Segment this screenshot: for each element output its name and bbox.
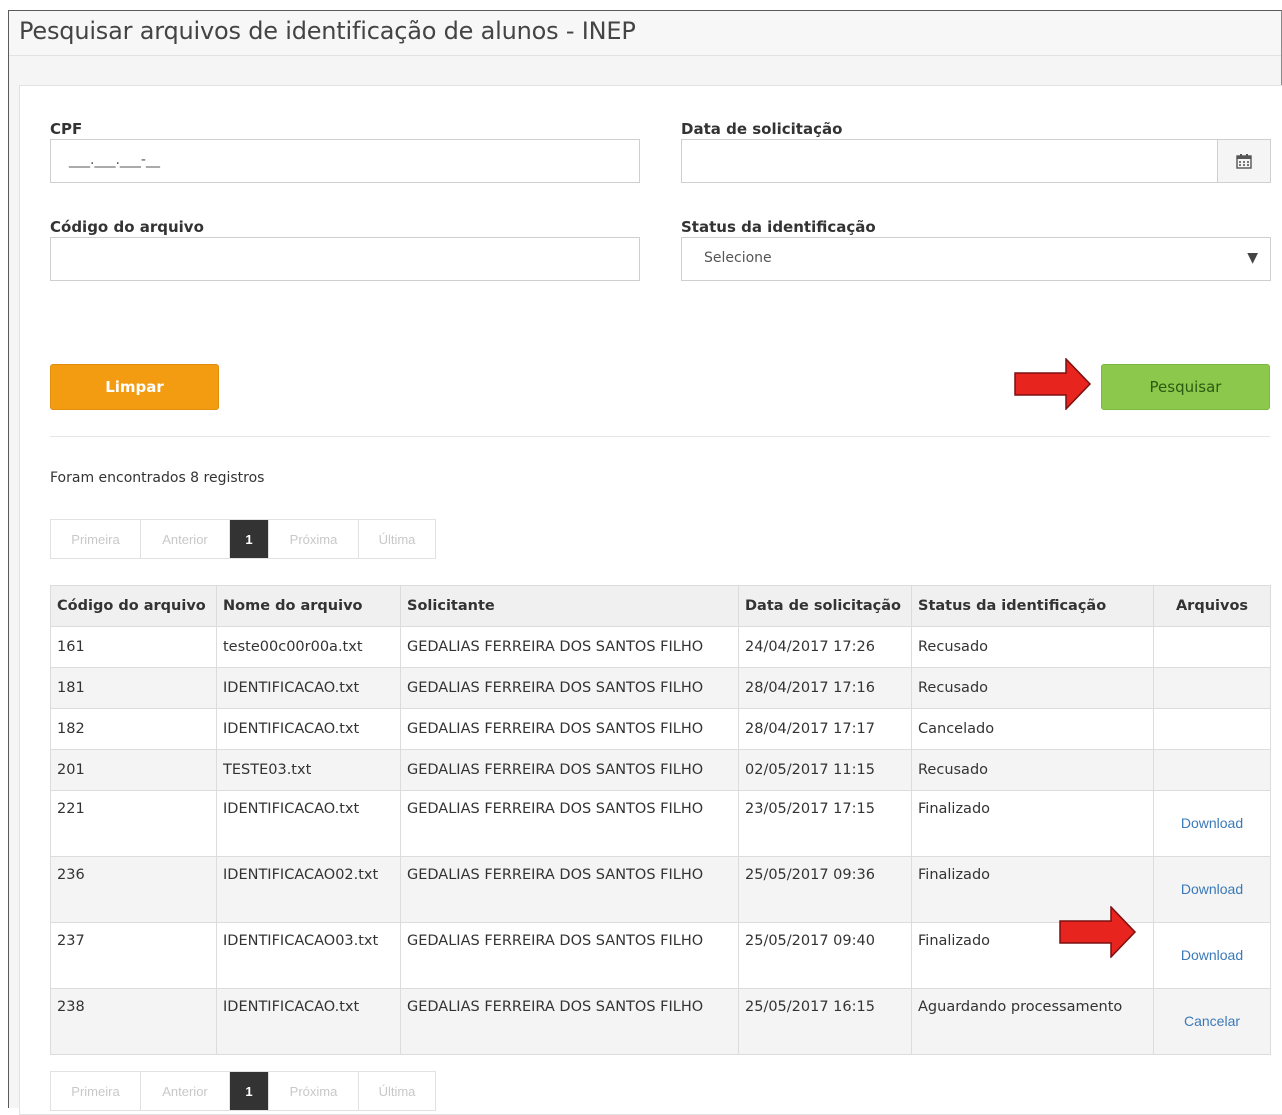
cpf-label: CPF: [50, 120, 83, 138]
table-row: 238 IDENTIFICACAO.txt GEDALIAS FERREIRA DO…: [50, 988, 1271, 1055]
cell-status: Recusado: [911, 749, 1154, 791]
cell-date: 24/04/2017 17:26: [738, 626, 912, 668]
cell-code: 181: [50, 667, 217, 709]
search-button[interactable]: Pesquisar: [1101, 364, 1270, 410]
status-select[interactable]: Selecione ▼: [681, 237, 1271, 281]
pager-next[interactable]: Próxima: [269, 1072, 359, 1110]
cell-status: Cancelado: [911, 708, 1154, 750]
cell-file-name: IDENTIFICACAO02.txt: [216, 856, 401, 923]
search-panel: CPF ___.___.___-__ Data de solicitação C…: [19, 85, 1282, 1115]
cell-requester: GEDALIAS FERREIRA DOS SANTOS FILHO: [400, 790, 739, 857]
cell-date: 25/05/2017 16:15: [738, 988, 912, 1055]
cell-date: 28/04/2017 17:17: [738, 708, 912, 750]
cancel-link[interactable]: Cancelar: [1184, 1013, 1240, 1029]
cell-files: [1153, 749, 1271, 791]
cell-files: Cancelar: [1153, 988, 1271, 1055]
dropdown-arrow-icon: ▼: [1247, 250, 1258, 266]
cell-date: 25/05/2017 09:36: [738, 856, 912, 923]
cell-date: 28/04/2017 17:16: [738, 667, 912, 709]
table-row: 161 teste00c00r00a.txt GEDALIAS FERREIRA D…: [50, 626, 1271, 668]
cell-code: 201: [50, 749, 217, 791]
download-link[interactable]: Download: [1181, 815, 1243, 831]
status-select-value: Selecione: [704, 250, 772, 266]
pager-first[interactable]: Primeira: [51, 1072, 141, 1110]
cell-file-name: IDENTIFICACAO.txt: [216, 708, 401, 750]
cell-code: 236: [50, 856, 217, 923]
title-bar: Pesquisar arquivos de identificação de a…: [9, 11, 1281, 56]
cell-code: 237: [50, 922, 217, 989]
cell-status: Aguardando processamento: [911, 988, 1154, 1055]
cell-file-name: teste00c00r00a.txt: [216, 626, 401, 668]
table-row: 182 IDENTIFICACAO.txt GEDALIAS FERREIRA DO…: [50, 708, 1271, 750]
col-header-date: Data de solicitação: [738, 585, 912, 627]
download-link[interactable]: Download: [1181, 947, 1243, 963]
cell-files: [1153, 667, 1271, 709]
cell-file-name: IDENTIFICACAO03.txt: [216, 922, 401, 989]
table-row: 181 IDENTIFICACAO.txt GEDALIAS FERREIRA DO…: [50, 667, 1271, 709]
cell-date: 25/05/2017 09:40: [738, 922, 912, 989]
cell-requester: GEDALIAS FERREIRA DOS SANTOS FILHO: [400, 922, 739, 989]
page-title: Pesquisar arquivos de identificação de a…: [19, 17, 636, 45]
cell-status: Recusado: [911, 667, 1154, 709]
cell-code: 238: [50, 988, 217, 1055]
cell-requester: GEDALIAS FERREIRA DOS SANTOS FILHO: [400, 749, 739, 791]
pager-prev[interactable]: Anterior: [141, 520, 230, 558]
cell-files: Download: [1153, 790, 1271, 857]
cell-requester: GEDALIAS FERREIRA DOS SANTOS FILHO: [400, 626, 739, 668]
download-link[interactable]: Download: [1181, 881, 1243, 897]
date-input[interactable]: [681, 139, 1271, 183]
pager-current[interactable]: 1: [230, 520, 269, 558]
pagination-top: Primeira Anterior 1 Próxima Última: [50, 519, 436, 559]
col-header-requester: Solicitante: [400, 585, 739, 627]
col-header-code: Código do arquivo: [50, 585, 217, 627]
cell-file-name: TESTE03.txt: [216, 749, 401, 791]
cell-date: 02/05/2017 11:15: [738, 749, 912, 791]
cell-code: 221: [50, 790, 217, 857]
cell-status: Recusado: [911, 626, 1154, 668]
status-label: Status da identificação: [681, 218, 876, 236]
cell-file-name: IDENTIFICACAO.txt: [216, 790, 401, 857]
table-row: 201 TESTE03.txt GEDALIAS FERREIRA DOS SANT…: [50, 749, 1271, 791]
col-header-name: Nome do arquivo: [216, 585, 401, 627]
pager-first[interactable]: Primeira: [51, 520, 141, 558]
cell-code: 161: [50, 626, 217, 668]
annotation-arrow-icon: [1014, 358, 1092, 410]
file-code-label: Código do arquivo: [50, 218, 204, 236]
col-header-status: Status da identificação: [911, 585, 1154, 627]
cell-requester: GEDALIAS FERREIRA DOS SANTOS FILHO: [400, 988, 739, 1055]
cell-file-name: IDENTIFICACAO.txt: [216, 988, 401, 1055]
table-header-row: Código do arquivo Nome do arquivo Solici…: [50, 585, 1271, 627]
pager-next[interactable]: Próxima: [269, 520, 359, 558]
cell-files: Download: [1153, 922, 1271, 989]
annotation-arrow-icon: [1059, 906, 1137, 958]
cell-requester: GEDALIAS FERREIRA DOS SANTOS FILHO: [400, 856, 739, 923]
clear-button[interactable]: Limpar: [50, 364, 219, 410]
cell-requester: GEDALIAS FERREIRA DOS SANTOS FILHO: [400, 667, 739, 709]
cell-date: 23/05/2017 17:15: [738, 790, 912, 857]
date-label: Data de solicitação: [681, 120, 843, 138]
calendar-icon: [1236, 154, 1252, 169]
cell-files: Download: [1153, 856, 1271, 923]
file-code-input[interactable]: [50, 237, 640, 281]
calendar-button[interactable]: [1217, 140, 1270, 182]
results-table: Código do arquivo Nome do arquivo Solici…: [50, 585, 1271, 1055]
cell-status: Finalizado: [911, 790, 1154, 857]
cell-files: [1153, 708, 1271, 750]
cpf-input[interactable]: ___.___.___-__: [50, 139, 640, 183]
table-row: 221 IDENTIFICACAO.txt GEDALIAS FERREIRA DO…: [50, 790, 1271, 857]
col-header-files: Arquivos: [1153, 585, 1271, 627]
pager-prev[interactable]: Anterior: [141, 1072, 230, 1110]
app-window: Pesquisar arquivos de identificação de a…: [8, 10, 1282, 1115]
cell-requester: GEDALIAS FERREIRA DOS SANTOS FILHO: [400, 708, 739, 750]
pager-last[interactable]: Última: [359, 520, 435, 558]
cell-code: 182: [50, 708, 217, 750]
pagination-bottom: Primeira Anterior 1 Próxima Última: [50, 1071, 436, 1111]
pager-last[interactable]: Última: [359, 1072, 435, 1110]
results-count: Foram encontrados 8 registros: [50, 470, 265, 486]
divider: [50, 436, 1270, 437]
cell-files: [1153, 626, 1271, 668]
cell-file-name: IDENTIFICACAO.txt: [216, 667, 401, 709]
pager-current[interactable]: 1: [230, 1072, 269, 1110]
cpf-input-value: ___.___.___-__: [69, 152, 160, 168]
